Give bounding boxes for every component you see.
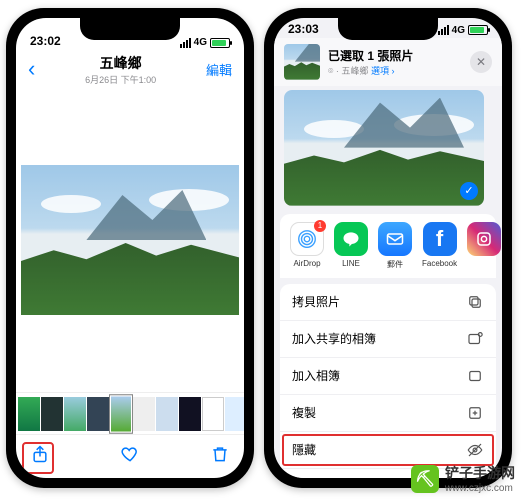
edit-button[interactable]: 編輯	[206, 60, 232, 79]
phone-right: 23:03 4G 已選取 1 張照片 ⌾ · 五峰鄉 選項 ›	[264, 8, 512, 488]
network-label: 4G	[194, 37, 207, 48]
thumbnail[interactable]	[225, 397, 244, 431]
app-label: AirDrop	[293, 259, 320, 268]
selected-check-icon: ✓	[460, 182, 478, 200]
action-label: 隱藏	[292, 441, 316, 458]
watermark-url: www.czjxc.com	[445, 483, 515, 494]
watermark-logo-icon: ⛏	[411, 465, 439, 493]
trash-icon	[210, 444, 230, 464]
thumbnail[interactable]	[87, 397, 109, 431]
thumbnail[interactable]	[179, 397, 201, 431]
action-label: 加入相簿	[292, 367, 340, 384]
share-apps-row: 1 AirDrop LINE 郵件	[280, 214, 496, 278]
nav-bar: ‹ 五峰鄉 6月26日 下午1:00 編輯	[16, 50, 244, 88]
photo-title: 五峰鄉	[35, 53, 206, 73]
airdrop-icon: 1	[290, 222, 324, 256]
action-add-album[interactable]: 加入相簿	[280, 358, 496, 395]
photo-viewer[interactable]	[16, 88, 244, 392]
selection-meta: ⌾ · 五峰鄉 選項 ›	[328, 64, 462, 77]
share-sheet-header: 已選取 1 張照片 ⌾ · 五峰鄉 選項 › ✕	[274, 38, 502, 86]
bottom-toolbar	[16, 434, 244, 478]
battery-icon	[468, 25, 488, 35]
album-icon	[466, 367, 484, 385]
options-button[interactable]: 選項	[371, 66, 389, 76]
action-duplicate[interactable]: 複製	[280, 395, 496, 432]
app-label: 郵件	[387, 259, 403, 270]
network-label: 4G	[452, 25, 465, 36]
action-add-shared-album[interactable]: 加入共享的相簿	[280, 321, 496, 358]
selected-thumbnail	[284, 44, 320, 80]
photo-preview[interactable]: ✓	[284, 90, 484, 206]
selection-title: 已選取 1 張照片	[328, 47, 462, 64]
instagram-icon	[467, 222, 501, 256]
close-icon: ✕	[476, 55, 486, 69]
mail-icon	[378, 222, 412, 256]
share-app-airdrop[interactable]: 1 AirDrop	[290, 222, 324, 270]
share-app-facebook[interactable]: f Facebook	[422, 222, 457, 270]
facebook-icon: f	[423, 222, 457, 256]
share-app-instagram[interactable]	[467, 222, 501, 270]
photo-timestamp: 6月26日 下午1:00	[35, 73, 206, 86]
actions-group-1: 拷貝照片 加入共享的相簿 加入相簿 複製 隱藏	[280, 284, 496, 478]
app-label: LINE	[342, 259, 360, 268]
share-icon	[30, 444, 50, 464]
action-label: 加入共享的相簿	[292, 330, 376, 347]
close-button[interactable]: ✕	[470, 51, 492, 73]
chevron-right-icon: ›	[391, 66, 394, 76]
thumbnail-selected[interactable]	[110, 395, 132, 432]
share-app-line[interactable]: LINE	[334, 222, 368, 270]
signal-icon	[438, 25, 449, 35]
delete-button[interactable]	[210, 444, 230, 469]
share-button[interactable]	[30, 444, 50, 469]
preview-row: ✓	[274, 86, 502, 214]
line-icon	[334, 222, 368, 256]
copy-icon	[466, 293, 484, 311]
watermark-name: 铲子手游网	[445, 463, 515, 483]
watermark: ⛏ 铲子手游网 www.czjxc.com	[411, 463, 515, 494]
heart-icon	[120, 444, 140, 464]
signal-icon	[180, 38, 191, 48]
thumbnail[interactable]	[18, 397, 40, 431]
status-time: 23:03	[288, 22, 319, 36]
status-time: 23:02	[30, 34, 61, 48]
back-button[interactable]: ‹	[28, 56, 35, 82]
action-label: 拷貝照片	[292, 293, 340, 310]
thumbnail[interactable]	[41, 397, 63, 431]
shared-album-icon	[466, 330, 484, 348]
action-copy-photo[interactable]: 拷貝照片	[280, 284, 496, 321]
share-app-mail[interactable]: 郵件	[378, 222, 412, 270]
app-label: Facebook	[422, 259, 457, 268]
notch	[338, 18, 438, 40]
action-label: 複製	[292, 404, 316, 421]
eye-slash-icon	[466, 441, 484, 459]
thumbnail[interactable]	[64, 397, 86, 431]
thumbnail[interactable]	[156, 397, 178, 431]
thumbnail[interactable]	[133, 397, 155, 431]
thumbnail[interactable]	[202, 397, 224, 431]
airdrop-badge: 1	[314, 220, 326, 232]
battery-icon	[210, 38, 230, 48]
notch	[80, 18, 180, 40]
plus-square-icon	[466, 404, 484, 422]
phone-left: 23:02 4G ‹ 五峰鄉 6月26日 下午1:00 編輯	[6, 8, 254, 488]
thumbnail-strip[interactable]	[16, 392, 244, 434]
favorite-button[interactable]	[120, 444, 140, 469]
